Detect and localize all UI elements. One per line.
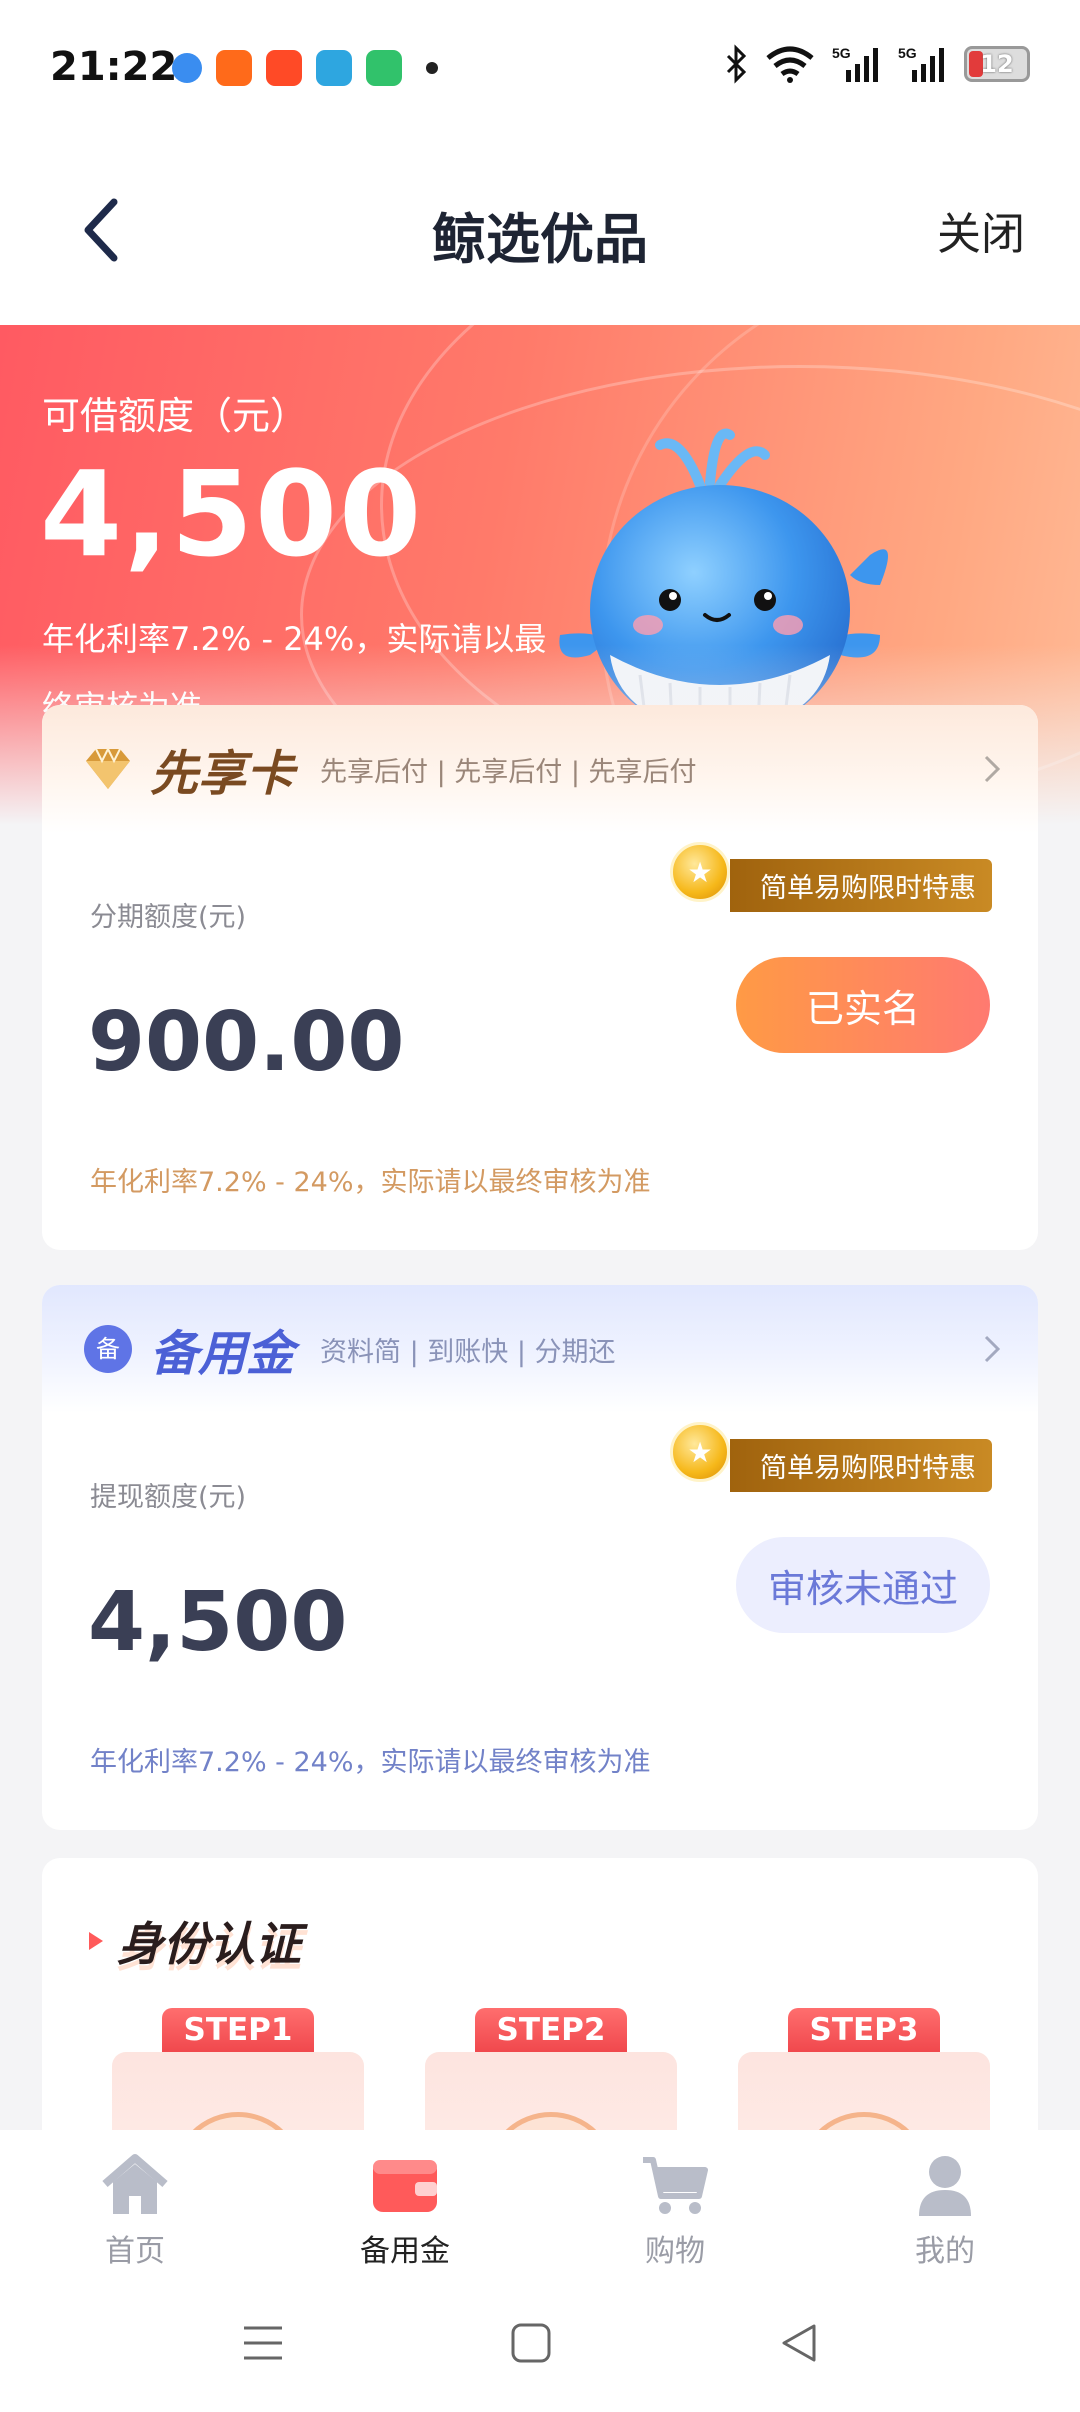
installment-brand-title: 先享卡 [150,746,295,802]
nav-reserve-fund-label: 备用金 [360,2234,450,2269]
home-icon [102,2154,168,2214]
nav-home[interactable]: 首页 [0,2130,270,2290]
step-badge: STEP3 [788,2008,940,2052]
reserve-fund-rate-note: 年化利率7.2% - 24%，实际请以最终审核为准 [90,1747,651,1778]
nav-reserve-fund[interactable]: 备用金 [270,2130,540,2290]
telegram-icon [316,50,352,86]
promo-text: 简单易购限时特惠 [730,858,992,912]
wifi-icon [766,46,814,83]
installment-limit-amount: 900.00 [88,995,405,1090]
svg-text:5G: 5G [898,45,917,61]
promo-badge: ★ 简单易购限时特惠 [670,1422,992,1492]
more-notifications-icon [426,62,438,74]
iqiyi-icon [366,50,402,86]
whale-mascot-icon [559,428,888,744]
borrowable-limit-amount: 4,500 [40,445,424,583]
installment-limit-label: 分期额度(元) [90,902,247,933]
reserve-fund-tags: 资料简 | 到账快 | 分期还 [320,1336,616,1368]
review-failed-button[interactable]: 审核未通过 [736,1537,990,1633]
reserve-fund-card[interactable]: 备 备用金 资料简 | 到账快 | 分期还 ★ 简单易购限时特惠 提现额度(元)… [42,1285,1038,1830]
app-notification-icon [216,50,252,86]
diamond-icon [86,747,130,789]
promo-badge: ★ 简单易购限时特惠 [670,842,992,912]
back-triangle-icon[interactable] [776,2320,822,2366]
reserve-fund-brand-title: 备用金 [150,1326,295,1382]
battery-level: 12 [980,50,1014,78]
bluetooth-icon [726,44,747,84]
page-title: 鲸选优品 [432,208,648,271]
app-header: 鲸选优品 关闭 [0,140,1080,325]
gold-coin-icon: ★ [670,842,730,902]
app-notification-icon [172,53,202,83]
system-status: 5G 5G 12 [724,44,1030,84]
identity-title-text: 身份认证 [117,1917,301,1971]
status-time: 21:22 [50,44,178,90]
system-navigation-bar [0,2290,1080,2412]
verified-button[interactable]: 已实名 [736,957,990,1053]
nav-shopping[interactable]: 购物 [540,2130,810,2290]
shopping-cart-icon [643,2157,708,2214]
identity-section-title: 身份认证 [87,1908,301,1974]
promo-text: 简单易购限时特惠 [730,1438,992,1492]
close-button[interactable]: 关闭 [937,198,1025,262]
reserve-fund-icon: 备 [84,1325,132,1373]
installment-tags: 先享后付 | 先享后付 | 先享后付 [320,756,697,788]
status-bar: 21:22 5G 5G 12 [0,0,1080,140]
notification-icons [172,50,438,86]
withdraw-limit-amount: 4,500 [88,1575,348,1670]
svg-text:5G: 5G [832,45,851,61]
nav-home-label: 首页 [105,2234,165,2269]
nav-profile[interactable]: 我的 [810,2130,1080,2290]
chevron-right-icon [984,1335,1001,1363]
5g-signal-icon: 5G [898,45,944,82]
taobao-icon [266,50,302,86]
battery-icon: 12 [964,46,1030,82]
gold-coin-icon: ★ [670,1422,730,1482]
reserve-fund-card-header[interactable]: 备 备用金 资料简 | 到账快 | 分期还 [42,1285,1038,1413]
installment-card-header[interactable]: 先享卡 先享后付 | 先享后付 | 先享后付 [42,705,1038,833]
step-badge: STEP1 [162,2008,314,2052]
borrowable-limit-label: 可借额度（元） [42,394,309,438]
menu-icon[interactable] [240,2320,286,2366]
home-square-icon[interactable] [508,2320,554,2366]
installment-rate-note: 年化利率7.2% - 24%，实际请以最终审核为准 [90,1167,651,1198]
nav-shopping-label: 购物 [645,2234,705,2269]
bottom-navigation: 首页 备用金 购物 我的 [0,2130,1080,2290]
wallet-icon [373,2160,437,2212]
user-icon [919,2156,971,2216]
withdraw-limit-label: 提现额度(元) [90,1482,247,1513]
chevron-right-icon [984,755,1001,783]
svg-text:备: 备 [96,1335,120,1363]
nav-profile-label: 我的 [915,2234,975,2269]
5g-signal-icon: 5G [832,45,878,82]
step-badge: STEP2 [475,2008,627,2052]
installment-card[interactable]: 先享卡 先享后付 | 先享后付 | 先享后付 ★ 简单易购限时特惠 分期额度(元… [42,705,1038,1250]
play-marker-icon [89,1932,103,1950]
